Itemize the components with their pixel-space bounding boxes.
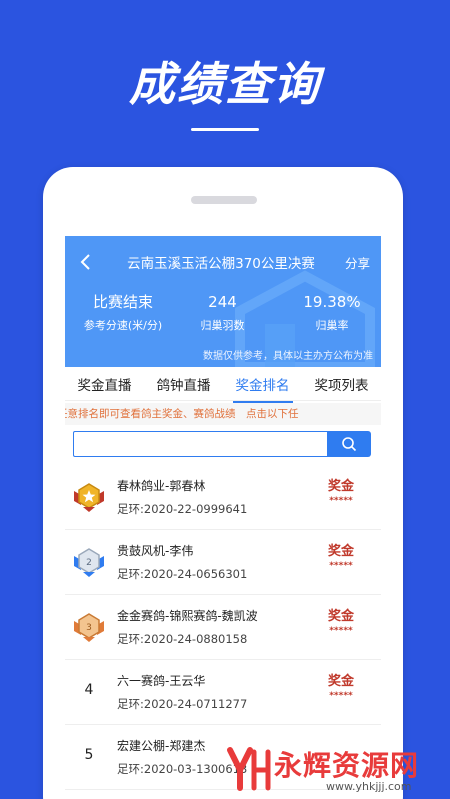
return-rate-value: 19.38% [303, 293, 361, 311]
rank-number: 4 [84, 682, 94, 698]
prize-info: 奖金 ***** [323, 544, 359, 572]
watermark-url: www.yhkjjj.com [326, 780, 412, 793]
search-icon [342, 437, 357, 452]
prize-stars: ***** [329, 496, 353, 506]
phone-mockup: 云南玉溪玉活公棚370公里决赛 分享 比赛结束 参考分速(米/分) 244 归巢… [43, 167, 403, 799]
tab-award-list[interactable]: 奖项列表 [312, 374, 372, 394]
race-status-label: 参考分速(米/分) [83, 319, 163, 332]
bronze-medal-icon: 3 [74, 613, 104, 642]
site-watermark: 永辉资源网 www.yhkjjj.com [222, 740, 450, 799]
gold-medal-icon [74, 483, 104, 512]
race-header: 云南玉溪玉活公棚370公里决赛 分享 比赛结束 参考分速(米/分) 244 归巢… [65, 236, 381, 367]
svg-text:2: 2 [86, 558, 92, 568]
ring-number: 足环:2020-24-0880158 [117, 632, 248, 646]
data-disclaimer: 数据仅供参考，具体以主办方公布为准 [203, 351, 373, 362]
ring-number: 足环:2020-22-0999641 [117, 502, 248, 516]
phone-speaker [191, 196, 257, 204]
scrolling-notice: 任意排名即可查看鸽主奖金、赛鸽战绩 点击以下任 [65, 403, 381, 425]
ring-number: 足环:2020-24-0656301 [117, 567, 248, 581]
ranking-row[interactable]: 4 六一赛鸽-王云华 足环:2020-24-0711277 奖金 ***** [65, 660, 381, 725]
watermark-text: 永辉资源网 [274, 749, 420, 782]
rank-number: 5 [84, 747, 94, 763]
tab-bar: 奖金直播 鸽钟直播 奖金排名 奖项列表 [65, 367, 381, 403]
prize-label: 奖金 [327, 479, 354, 494]
prize-label: 奖金 [327, 544, 354, 559]
prize-info: 奖金 ***** [323, 609, 359, 637]
returned-birds-value: 244 [208, 293, 237, 311]
race-status-value: 比赛结束 [92, 293, 153, 311]
silver-medal-icon: 2 [74, 548, 104, 577]
prize-label: 奖金 [327, 674, 354, 689]
owner-name: 春林鸽业-郭春林 [117, 479, 206, 493]
prize-info: 奖金 ***** [323, 674, 359, 702]
svg-text:3: 3 [86, 623, 92, 633]
page-headline: 成绩查询 [129, 57, 321, 111]
returned-birds-label: 归巢羽数 [200, 319, 245, 332]
owner-name: 金金赛鸽-锦熙赛鸽-魏凯波 [117, 609, 258, 623]
tab-clock-live[interactable]: 鸽钟直播 [154, 374, 214, 394]
tab-prize-live[interactable]: 奖金直播 [75, 374, 135, 394]
prize-stars: ***** [329, 561, 353, 571]
return-rate-label: 归巢率 [315, 319, 349, 332]
tab-prize-ranking[interactable]: 奖金排名 [232, 374, 293, 403]
ring-number: 足环:2020-24-0711277 [117, 697, 248, 711]
notice-text: 任意排名即可查看鸽主奖金、赛鸽战绩 点击以下任 [65, 408, 299, 420]
stat-return-rate: 19.38% 归巢率 [287, 293, 377, 333]
owner-name: 宏建公棚-郑建杰 [117, 739, 206, 753]
ranking-row[interactable]: 2 贵鼓风机-李伟 足环:2020-24-0656301 奖金 ***** [65, 530, 381, 595]
app-screen: 云南玉溪玉活公棚370公里决赛 分享 比赛结束 参考分速(米/分) 244 归巢… [65, 236, 381, 799]
prize-stars: ***** [329, 626, 353, 636]
stat-race-status: 比赛结束 参考分速(米/分) [73, 293, 173, 333]
owner-name: 六一赛鸽-王云华 [117, 674, 206, 688]
back-arrow-icon[interactable] [79, 252, 93, 272]
headline-underline [191, 128, 259, 131]
stat-returned-birds: 244 归巢羽数 [175, 293, 270, 333]
watermark-logo-icon [227, 747, 271, 791]
prize-stars: ***** [329, 691, 353, 701]
owner-name: 贵鼓风机-李伟 [117, 544, 194, 558]
share-button[interactable]: 分享 [345, 253, 370, 272]
race-title: 云南玉溪玉活公棚370公里决赛 [127, 256, 315, 272]
search-bar [73, 431, 371, 457]
ranking-row[interactable]: 春林鸽业-郭春林 足环:2020-22-0999641 奖金 ***** [65, 465, 381, 530]
search-button[interactable] [327, 431, 371, 457]
search-input[interactable] [73, 431, 327, 457]
prize-label: 奖金 [327, 609, 354, 624]
ranking-row[interactable]: 3 金金赛鸽-锦熙赛鸽-魏凯波 足环:2020-24-0880158 奖金 **… [65, 595, 381, 660]
prize-info: 奖金 ***** [323, 479, 359, 507]
